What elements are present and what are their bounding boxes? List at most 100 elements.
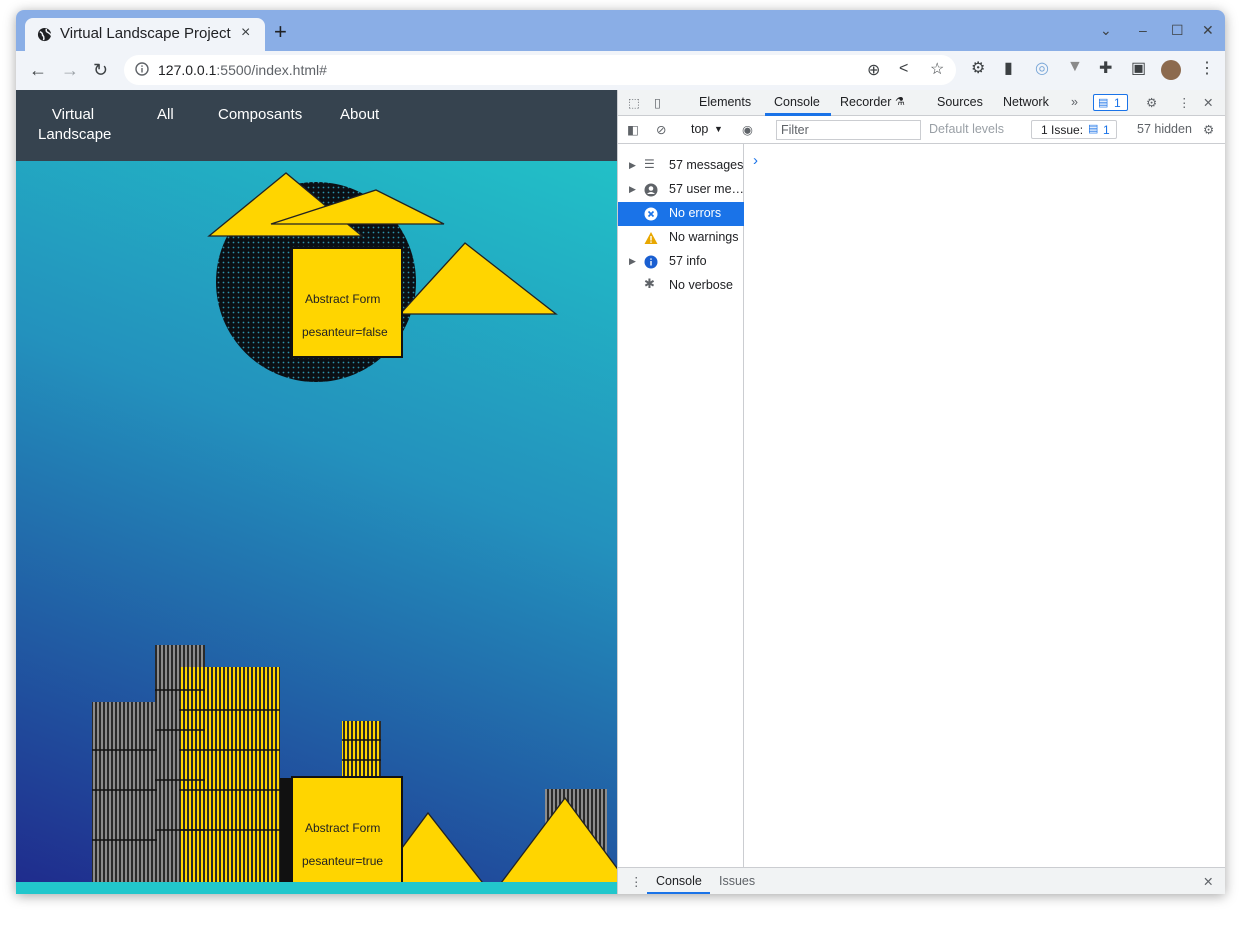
warning-icon bbox=[644, 232, 658, 244]
flask-icon: ⚗ bbox=[895, 96, 905, 108]
url-host: 127.0.0.1 bbox=[158, 62, 217, 78]
sidebar-item-label: No warnings bbox=[669, 230, 739, 244]
extension-vue-icon[interactable]: ▼ bbox=[1067, 58, 1083, 76]
close-devtools-icon[interactable]: ✕ bbox=[1203, 95, 1213, 110]
filter-input[interactable]: Filter bbox=[776, 120, 921, 140]
expand-arrow-icon: ▶ bbox=[629, 256, 636, 266]
tab-close-icon[interactable]: × bbox=[241, 24, 250, 42]
back-icon[interactable]: ← bbox=[29, 60, 47, 81]
building-shape bbox=[280, 778, 292, 887]
filter-placeholder: Filter bbox=[781, 123, 809, 137]
extensions-puzzle-icon[interactable]: ✚ bbox=[1099, 58, 1112, 78]
sidebar-toggle-icon[interactable]: ◧ bbox=[627, 122, 639, 137]
inspect-element-icon[interactable]: ⬚ bbox=[628, 95, 640, 110]
maximize-icon[interactable]: ☐ bbox=[1171, 22, 1184, 39]
message-icon: ▤ bbox=[1088, 123, 1099, 135]
web-page: Virtual Landscape All Composants About A… bbox=[16, 90, 617, 894]
reload-icon[interactable]: ↻ bbox=[93, 60, 108, 81]
browser-toolbar: ← → ↻ 127.0.0.1:5500/index.html# ⊕ < ☆ ⚙… bbox=[16, 51, 1225, 90]
triangle-shape bbox=[398, 242, 558, 315]
sidebar-item-user-messages[interactable]: ▶ 57 user me… bbox=[618, 178, 744, 202]
chevron-down-icon: ▼ bbox=[714, 124, 723, 134]
extension-gear-icon[interactable]: ⚙ bbox=[971, 58, 985, 78]
sidebar-item-label: 57 info bbox=[669, 254, 707, 268]
landscape-scene bbox=[92, 172, 617, 888]
url-path: :5500/index.html# bbox=[216, 62, 327, 78]
drawer-menu-icon[interactable]: ⋮ bbox=[630, 874, 643, 889]
error-icon bbox=[644, 207, 658, 221]
browser-window: Virtual Landscape Project × + ⌄ – ☐ ✕ ← … bbox=[16, 10, 1225, 894]
info-circle-icon bbox=[644, 255, 658, 269]
console-prompt[interactable]: › bbox=[753, 152, 758, 169]
side-panel-icon[interactable]: ▣ bbox=[1131, 58, 1146, 78]
list-icon: ☰ bbox=[644, 157, 655, 171]
close-drawer-icon[interactable]: ✕ bbox=[1203, 874, 1213, 889]
tab-recorder[interactable]: Recorder bbox=[840, 95, 891, 109]
ground-strip bbox=[16, 882, 617, 894]
tab-console[interactable]: Console bbox=[774, 95, 820, 109]
extension-react-icon[interactable]: ◎ bbox=[1035, 58, 1049, 78]
active-drawer-indicator bbox=[647, 892, 710, 894]
globe-icon bbox=[37, 27, 52, 42]
menu-kebab-icon[interactable]: ⋮ bbox=[1199, 58, 1215, 78]
extension-phone-icon[interactable]: ▮ bbox=[1004, 58, 1013, 78]
tab-title: Virtual Landscape Project bbox=[60, 25, 231, 42]
drawer-tab-issues[interactable]: Issues bbox=[719, 874, 755, 888]
console-sidebar: ▶ ☰ 57 messages ▶ 57 user me… No errors … bbox=[618, 144, 744, 867]
form-title: Abstract Form bbox=[305, 821, 381, 835]
console-toolbar: ◧ ⊘ top ▼ ◉ Filter Default levels 1 Issu… bbox=[618, 116, 1225, 144]
sidebar-item-label: No errors bbox=[669, 206, 722, 220]
expand-arrow-icon: ▶ bbox=[629, 160, 636, 170]
bug-icon: ✱ bbox=[644, 276, 655, 291]
sidebar-item-messages[interactable]: ▶ ☰ 57 messages bbox=[618, 154, 744, 178]
hidden-count: 57 hidden bbox=[1137, 122, 1192, 136]
info-icon bbox=[135, 62, 149, 76]
url-text: 127.0.0.1:5500/index.html# bbox=[158, 62, 327, 78]
tab-strip: Virtual Landscape Project × + ⌄ – ☐ ✕ bbox=[16, 10, 1225, 51]
bookmark-star-icon[interactable]: ☆ bbox=[930, 59, 944, 79]
eye-icon[interactable]: ◉ bbox=[742, 122, 753, 137]
form-title: Abstract Form bbox=[305, 292, 381, 306]
issues-count: 1 bbox=[1114, 96, 1121, 110]
issues-label: 1 Issue: bbox=[1041, 123, 1084, 137]
tab-network[interactable]: Network bbox=[1003, 95, 1049, 109]
tab-search-icon[interactable]: ⌄ bbox=[1100, 22, 1112, 39]
sidebar-item-warnings[interactable]: No warnings bbox=[618, 226, 744, 250]
minimize-icon[interactable]: – bbox=[1139, 22, 1147, 38]
issues-counter[interactable]: ▤ 1 bbox=[1093, 94, 1128, 111]
close-window-icon[interactable]: ✕ bbox=[1202, 22, 1214, 39]
sidebar-item-label: 57 user me… bbox=[669, 182, 745, 196]
message-icon: ▤ bbox=[1098, 97, 1109, 109]
building-shape bbox=[342, 721, 381, 781]
share-icon[interactable]: < bbox=[899, 60, 908, 78]
devtools-panel: ⬚ ▯ Elements Console Recorder ⚗ Sources … bbox=[617, 90, 1225, 894]
drawer-tab-console[interactable]: Console bbox=[656, 874, 702, 888]
zoom-icon[interactable]: ⊕ bbox=[867, 60, 880, 80]
settings-gear-icon[interactable]: ⚙ bbox=[1146, 95, 1157, 110]
clear-console-icon[interactable]: ⊘ bbox=[656, 122, 666, 137]
log-levels-select[interactable]: Default levels bbox=[929, 122, 1004, 136]
drawer-tabbar: ⋮ Console Issues ✕ bbox=[618, 867, 1225, 894]
context-select[interactable]: top bbox=[691, 122, 708, 136]
sidebar-item-errors[interactable]: No errors bbox=[618, 202, 744, 226]
sidebar-item-label: No verbose bbox=[669, 278, 733, 292]
sidebar-item-verbose[interactable]: ✱ No verbose bbox=[618, 274, 744, 298]
issues-button[interactable]: 1 Issue: ▤ 1 bbox=[1031, 120, 1117, 139]
console-settings-icon[interactable]: ⚙ bbox=[1203, 122, 1214, 137]
profile-avatar[interactable] bbox=[1161, 60, 1181, 80]
building-shape bbox=[92, 702, 157, 887]
tab-elements[interactable]: Elements bbox=[699, 95, 751, 109]
address-bar[interactable]: 127.0.0.1:5500/index.html# ⊕ < ☆ bbox=[124, 55, 956, 85]
more-tabs-icon[interactable]: » bbox=[1071, 95, 1078, 109]
sidebar-item-info[interactable]: ▶ 57 info bbox=[618, 250, 744, 274]
forward-icon[interactable]: → bbox=[61, 60, 79, 81]
tab-sources[interactable]: Sources bbox=[937, 95, 983, 109]
browser-tab[interactable]: Virtual Landscape Project × bbox=[25, 18, 265, 51]
device-toolbar-icon[interactable]: ▯ bbox=[654, 95, 661, 110]
sidebar-item-label: 57 messages bbox=[669, 158, 744, 172]
form-property: pesanteur=true bbox=[302, 854, 384, 868]
devtools-tabbar: ⬚ ▯ Elements Console Recorder ⚗ Sources … bbox=[618, 90, 1225, 116]
new-tab-button[interactable]: + bbox=[274, 19, 287, 45]
building-shape bbox=[179, 667, 280, 887]
devtools-menu-icon[interactable]: ⋮ bbox=[1178, 95, 1191, 110]
